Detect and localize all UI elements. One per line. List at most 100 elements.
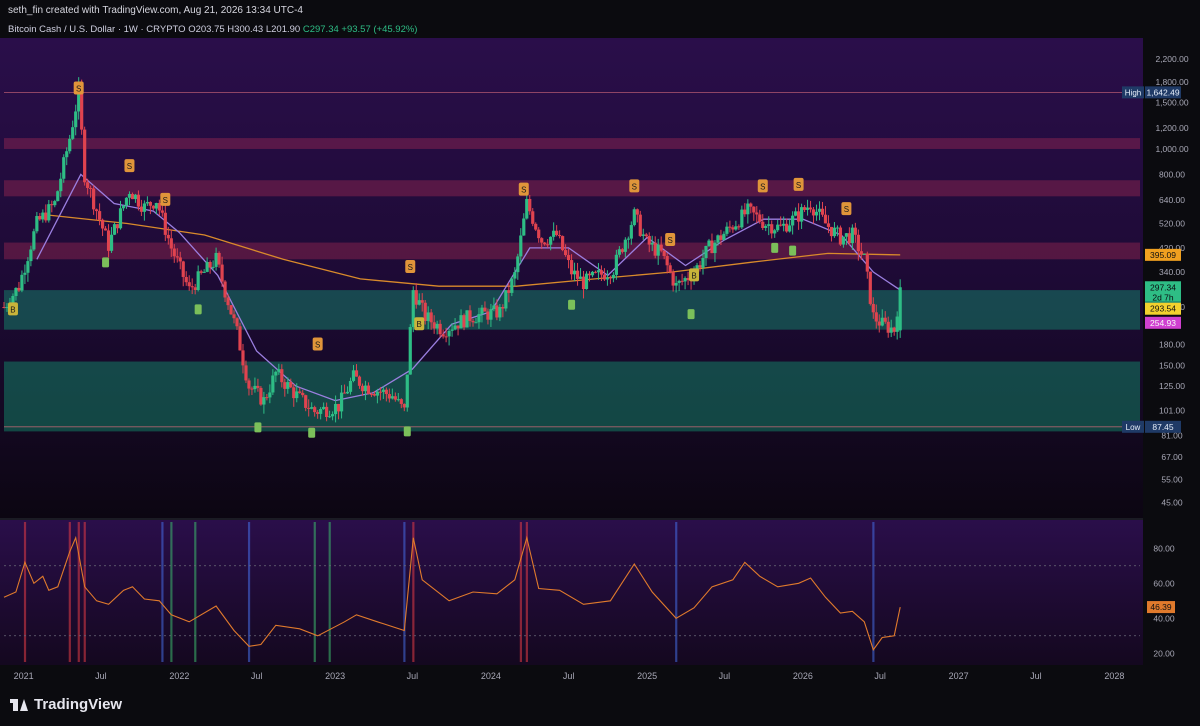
candle-body [710, 240, 714, 254]
candle-body [785, 223, 789, 232]
candle-body [605, 277, 610, 280]
candle-body [405, 374, 409, 408]
signal-buy[interactable]: B [689, 268, 700, 282]
price-tick-label: 340.00 [1159, 267, 1185, 277]
candle-body [304, 395, 308, 408]
signal-sell[interactable]: S [665, 233, 676, 247]
signal-sell[interactable]: S [629, 179, 640, 193]
osc-signal-bar-red [77, 522, 80, 662]
candle-body [773, 230, 777, 234]
signal-sell[interactable]: S [73, 81, 84, 95]
candle-body [196, 271, 200, 291]
candle-body [121, 205, 126, 209]
chart-canvas[interactable]: S S S S S S S S S S S B B B 80.00 60.00 40.00 20.00 46.39… [0, 0, 1200, 726]
signal-text: S [315, 340, 320, 349]
marker-tag [194, 304, 202, 315]
candle-body [256, 385, 260, 388]
time-tick-label: 2028 [1104, 671, 1124, 681]
candle-body [874, 312, 878, 322]
signal-sell[interactable]: S [518, 182, 529, 196]
signal-sell[interactable]: S [312, 337, 323, 351]
candle-body [752, 206, 756, 213]
price-tick-label: 45.00 [1161, 498, 1183, 508]
candle-body [268, 392, 272, 398]
marker-tag [789, 245, 797, 256]
signal-sell[interactable]: S [793, 177, 804, 191]
time-tick-label: Jul [251, 671, 263, 681]
candle-body [895, 316, 899, 332]
signal-buy[interactable]: B [7, 302, 18, 316]
signal-text: S [796, 181, 801, 190]
candle-body [474, 322, 478, 324]
ohlc-close: C297.34 [302, 24, 339, 35]
candle-body [366, 385, 371, 394]
candle-body [853, 227, 857, 235]
marker-tag [403, 426, 411, 437]
candle-body [764, 225, 768, 228]
osc-tick-label: 40.00 [1153, 613, 1175, 623]
signal-sell[interactable]: S [841, 202, 852, 216]
candle-body [892, 327, 896, 332]
candle-body [29, 249, 33, 262]
marker-tag [102, 257, 110, 268]
tradingview-brand[interactable]: TradingView [10, 696, 122, 713]
candle-body [387, 394, 391, 399]
candle-body [316, 412, 320, 414]
time-tick-label: 2027 [949, 671, 969, 681]
candle-body [208, 261, 212, 268]
candle-body [662, 250, 666, 257]
candle-body [47, 204, 51, 221]
price-tick-label: 800.00 [1159, 169, 1185, 179]
candle-body [139, 206, 144, 212]
candle-body [453, 325, 457, 330]
candle-body [791, 215, 795, 226]
candle-body [731, 227, 735, 230]
candle-body [644, 234, 648, 237]
candle-body [641, 234, 645, 236]
signal-sell[interactable]: S [124, 159, 135, 173]
candle-body [280, 369, 284, 383]
candle-body [489, 309, 493, 320]
candle-body [396, 399, 400, 401]
zone-resistance-band-top [4, 138, 1140, 149]
candle-body [372, 394, 377, 396]
candle-body [462, 315, 466, 328]
price-label-text: 297.34 [1150, 282, 1176, 292]
osc-signal-bar-blue [675, 522, 678, 662]
candle-body [223, 281, 227, 298]
candle-body [175, 256, 179, 258]
price-tick-label: 1,500.00 [1155, 98, 1188, 108]
candle-body [543, 242, 547, 245]
candle-body [704, 246, 708, 258]
candle-body [525, 198, 529, 219]
candle-body [166, 234, 170, 239]
symbol-name[interactable]: Bitcoin Cash / U.S. Dollar · 1W · CRYPTO [8, 24, 186, 35]
signal-buy[interactable]: B [414, 317, 425, 331]
candle-body [528, 198, 532, 212]
candle-body [259, 387, 263, 405]
candle-body [584, 273, 589, 290]
signal-sell[interactable]: S [160, 192, 171, 206]
candle-body [339, 392, 344, 412]
price-label: 395.09 [1145, 248, 1181, 261]
candle-body [238, 326, 242, 351]
signal-sell[interactable]: S [405, 260, 416, 274]
candle-body [145, 201, 149, 204]
candle-body [889, 327, 893, 333]
candle-body [868, 271, 872, 304]
time-tick-label: 2023 [325, 671, 345, 681]
candle-body [354, 370, 359, 377]
price-label: Low 87.45 [1122, 420, 1181, 433]
candle-body [590, 271, 595, 276]
signal-sell[interactable]: S [757, 179, 768, 193]
candle-body [725, 226, 729, 234]
candle-body [668, 265, 672, 273]
marker-tag [308, 427, 316, 438]
candle-body [133, 194, 138, 200]
zone-resistance-band [4, 180, 1140, 197]
candle-body [333, 403, 338, 415]
price-label-text: 87.45 [1152, 422, 1174, 432]
candle-body [758, 214, 762, 222]
candle-body [647, 236, 651, 245]
osc-signal-bar-red [519, 522, 522, 662]
